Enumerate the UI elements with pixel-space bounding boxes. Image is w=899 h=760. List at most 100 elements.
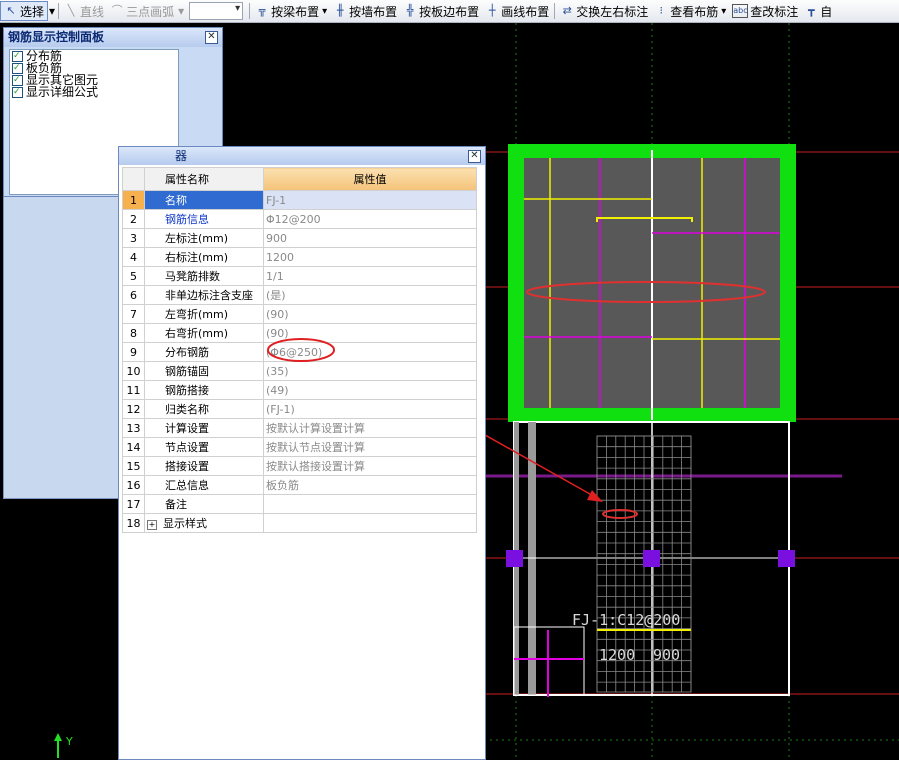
property-value-cell[interactable]: 900 (263, 228, 477, 248)
auto-button[interactable]: ┳ 自 (801, 1, 835, 21)
row-number: 8 (122, 323, 145, 343)
y-axis-label: Y (66, 735, 73, 748)
y-axis-icon (54, 733, 62, 758)
mode-select[interactable] (189, 2, 244, 20)
table-row[interactable]: 18 + 显示样式 (122, 513, 477, 533)
property-name-cell[interactable]: 搭接设置 (144, 456, 264, 476)
auto-icon: ┳ (807, 4, 815, 17)
property-value-cell[interactable]: 1/1 (263, 266, 477, 286)
property-name-cell[interactable]: 计算设置 (144, 418, 264, 438)
property-name-cell[interactable]: 钢筋锚固 (144, 361, 264, 381)
checkbox-icon[interactable] (12, 86, 23, 98)
property-value-cell[interactable]: 按默认搭接设置计算 (263, 456, 477, 476)
main-toolbar: ↖ 选择 ▾ ╲ 直线 ⌒ 三点画弧 ▾ ╦ 按梁布置 ▾ ╫ 按墙布置 ╬ 按… (0, 0, 899, 23)
wall-layout-button[interactable]: ╫ 按墙布置 (330, 1, 400, 21)
property-name-cell[interactable]: 马凳筋排数 (144, 266, 264, 286)
table-row[interactable]: 16 汇总信息 板负筋 (122, 475, 477, 495)
close-icon[interactable]: ✕ (205, 31, 218, 44)
column[interactable] (643, 550, 660, 567)
chevron-down-icon: ▾ (322, 5, 328, 17)
select-dropdown-button[interactable]: ▾ (48, 1, 56, 21)
table-row[interactable]: 17 备注 (122, 494, 477, 514)
property-value-cell[interactable]: 按默认计算设置计算 (263, 418, 477, 438)
table-row[interactable]: 6 非单边标注含支座 (是) (122, 285, 477, 305)
property-value-cell[interactable]: 板负筋 (263, 475, 477, 495)
abc-icon: abc (732, 4, 749, 18)
toolbar-divider (554, 3, 556, 19)
column[interactable] (778, 550, 795, 567)
row-number: 12 (122, 399, 145, 419)
property-value-cell[interactable]: (是) (263, 285, 477, 305)
header-cell: 属性名称 (144, 167, 264, 191)
slab-edge-layout-button[interactable]: ╬ 按板边布置 (400, 1, 482, 21)
table-row[interactable]: 15 搭接设置 按默认搭接设置计算 (122, 456, 477, 476)
property-name-cell[interactable]: 钢筋信息 (144, 209, 264, 229)
property-name-cell[interactable]: 分布钢筋 (144, 342, 264, 362)
arc-button[interactable]: ⌒ 三点画弧 (107, 1, 177, 21)
rebar-label[interactable]: FJ-1:C12@200 (572, 611, 680, 629)
property-name-cell[interactable]: 左标注(mm) (144, 228, 264, 248)
property-value-cell[interactable]: (49) (263, 380, 477, 400)
table-row[interactable]: 4 右标注(mm) 1200 (122, 247, 477, 267)
property-name-cell[interactable]: 左弯折(mm) (144, 304, 264, 324)
header-cell (122, 167, 145, 191)
row-number: 14 (122, 437, 145, 457)
table-row[interactable]: 7 左弯折(mm) (90) (122, 304, 477, 324)
draw-line-icon: ┼ (488, 4, 496, 17)
close-icon[interactable]: ✕ (468, 150, 481, 163)
draw-line-layout-button[interactable]: ┼ 画线布置 (482, 1, 552, 21)
table-row[interactable]: 11 钢筋搭接 (49) (122, 380, 477, 400)
column[interactable] (506, 550, 523, 567)
table-row[interactable]: 2 钢筋信息 Φ12@200 (122, 209, 477, 229)
table-row[interactable]: 14 节点设置 按默认节点设置计算 (122, 437, 477, 457)
property-value-cell[interactable]: Φ12@200 (263, 209, 477, 229)
property-name-cell[interactable]: 备注 (144, 494, 264, 514)
property-value-cell[interactable]: 按默认节点设置计算 (263, 437, 477, 457)
property-name-cell[interactable]: 右标注(mm) (144, 247, 264, 267)
expand-icon[interactable]: + (147, 520, 157, 530)
property-value-cell[interactable] (263, 513, 477, 533)
property-value-cell[interactable]: (FJ-1) (263, 399, 477, 419)
select-button[interactable]: ↖ 选择 (0, 1, 49, 21)
slab-top[interactable] (508, 144, 796, 422)
checkbox-icon[interactable] (12, 50, 23, 62)
panel-title: 钢筋显示控制面板 ✕ (4, 28, 222, 47)
property-name-cell[interactable]: 节点设置 (144, 437, 264, 457)
property-value-cell[interactable] (263, 494, 477, 514)
toolbar-divider (249, 3, 251, 19)
property-name-cell[interactable]: 钢筋搭接 (144, 380, 264, 400)
beam-layout-button[interactable]: ╦ 按梁布置 ▾ (252, 1, 330, 21)
property-name-label: 显示样式 (163, 517, 207, 530)
table-row[interactable]: 3 左标注(mm) 900 (122, 228, 477, 248)
wall-icon: ╫ (336, 4, 344, 17)
property-name-cell[interactable]: + 显示样式 (144, 513, 264, 533)
line-button[interactable]: ╲ 直线 (61, 1, 107, 21)
row-number: 15 (122, 456, 145, 476)
row-number: 11 (122, 380, 145, 400)
checkbox-icon[interactable] (12, 62, 23, 74)
table-row[interactable]: 13 计算设置 按默认计算设置计算 (122, 418, 477, 438)
property-name-cell[interactable]: 右弯折(mm) (144, 323, 264, 343)
property-name-cell[interactable]: 汇总信息 (144, 475, 264, 495)
arc-dropdown-button[interactable]: ▾ (177, 1, 185, 21)
row-number: 5 (122, 266, 145, 286)
property-value-cell[interactable]: 1200 (263, 247, 477, 267)
right-dimension-text: 900 (653, 646, 680, 664)
swap-labels-button[interactable]: ⇄ 交换左右标注 (557, 1, 651, 21)
table-row[interactable]: 5 马凳筋排数 1/1 (122, 266, 477, 286)
row-number: 7 (122, 304, 145, 324)
checkbox-icon[interactable] (12, 74, 23, 86)
table-row[interactable]: 12 归类名称 (FJ-1) (122, 399, 477, 419)
property-value-cell[interactable]: (90) (263, 304, 477, 324)
checkbox-show-formula[interactable]: 显示详细公式 (10, 86, 178, 98)
view-rebar-button[interactable]: ⁝ 查看布筋 ▾ (651, 1, 729, 21)
property-value-cell[interactable]: FJ-1 (263, 190, 477, 210)
row-number: 17 (122, 494, 145, 514)
table-row[interactable]: 1 名称 FJ-1 (122, 190, 477, 210)
property-name-cell[interactable]: 归类名称 (144, 399, 264, 419)
slab-edge-icon: ╬ (406, 4, 414, 17)
property-name-cell[interactable]: 名称 (144, 190, 264, 210)
edit-label-button[interactable]: abc 查改标注 (729, 1, 801, 21)
property-name-cell[interactable]: 非单边标注含支座 (144, 285, 264, 305)
row-number: 9 (122, 342, 145, 362)
